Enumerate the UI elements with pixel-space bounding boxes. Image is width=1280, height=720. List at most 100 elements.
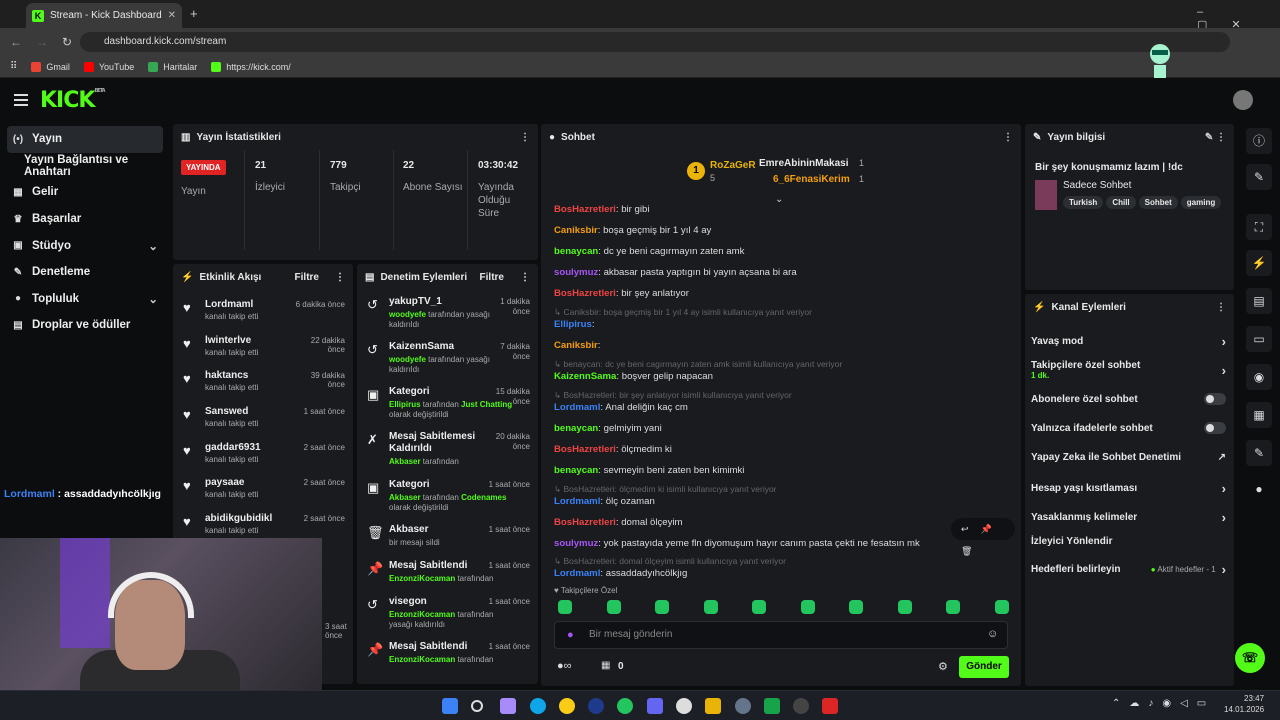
channel-action-item[interactable]: Yavaş mod › — [1031, 334, 1226, 349]
chat-input[interactable]: Bir mesaj gönderin — [554, 621, 1008, 649]
app-icon[interactable] — [793, 698, 809, 714]
channel-action-item[interactable]: Hesap yaşı kısıtlaması › — [1031, 481, 1226, 496]
bookmark-youtube[interactable]: YouTube — [83, 61, 134, 72]
document-icon[interactable]: ▤ — [1246, 288, 1272, 314]
apps-grid-icon[interactable]: ⠿ — [10, 61, 17, 72]
sidebar-item-studio[interactable]: ▣ Stüdyo ⌄ — [0, 232, 170, 259]
more-options-icon[interactable]: ⋮ — [335, 272, 345, 283]
search-icon[interactable] — [471, 700, 483, 712]
tag[interactable]: gaming — [1180, 196, 1222, 209]
sidebar-item-drops[interactable]: ▤ Droplar ve ödüller — [0, 312, 170, 339]
chat-icon[interactable]: ▭ — [1246, 326, 1272, 352]
emote-icon[interactable] — [558, 600, 572, 614]
activity-item[interactable]: ♥ Lordmaml kanalı takip etti 6 dakika önce — [173, 296, 353, 332]
filter-button[interactable]: Filtre — [295, 272, 319, 283]
store-icon[interactable]: ▦ — [601, 660, 610, 671]
channel-action-item[interactable]: Yasaklanmış kelimeler › — [1031, 510, 1226, 525]
emote-icon[interactable] — [946, 600, 960, 614]
fullscreen-icon[interactable]: ⛶ — [1246, 214, 1272, 240]
emote-icon[interactable] — [994, 600, 1009, 614]
new-tab-icon[interactable]: + — [190, 6, 198, 21]
stack-icon[interactable]: ▦ — [1246, 402, 1272, 428]
recorder-icon[interactable] — [822, 698, 838, 714]
settings-icon[interactable] — [735, 698, 751, 714]
bookmark-maps[interactable]: Haritalar — [148, 61, 197, 72]
sidebar-item-revenue[interactable]: ▦ Gelir — [0, 179, 170, 206]
emote-icon[interactable] — [655, 600, 669, 614]
audit-item[interactable]: ▣ Kategori Ellipirus tarafından Just Chatt… — [357, 386, 538, 431]
mic-icon[interactable]: ● — [567, 629, 574, 641]
chrome-icon[interactable] — [559, 698, 575, 714]
emote-icon[interactable] — [606, 600, 621, 614]
audit-item[interactable]: ↺ yakupTV_1 woodyefe tarafından yasağı kal… — [357, 296, 538, 341]
activity-item[interactable]: ♥ haktancs kanalı takip etti 39 dakika önce — [173, 367, 353, 403]
audit-item[interactable]: ✗ Mesaj Sabitlemesi Kaldırıldı Akbaser tar… — [357, 431, 538, 479]
toggle-switch[interactable] — [1204, 393, 1226, 405]
info-icon[interactable]: ⓘ — [1246, 128, 1272, 154]
chevron-down-icon[interactable]: ⌄ — [775, 194, 783, 205]
sidebar-item-achievements[interactable]: ♛ Başarılar — [0, 206, 170, 233]
forward-icon[interactable]: → — [36, 35, 48, 49]
sidebar-item-moderation[interactable]: ✎ Denetleme — [0, 259, 170, 286]
audit-item[interactable]: 📌 Mesaj Sabitlendi EnzonziKocaman tarafınd… — [357, 560, 538, 596]
edit-icon[interactable]: ✎ ⋮ — [1205, 132, 1226, 143]
points-icon[interactable]: ●∞ — [557, 660, 572, 672]
activity-item[interactable]: ♥ gaddar6931 kanalı takip etti 2 saat önce — [173, 439, 353, 475]
emote-icon[interactable] — [897, 600, 912, 614]
tag[interactable]: Turkish — [1063, 196, 1104, 209]
activity-item[interactable]: ♥ paysaae kanalı takip etti 2 saat önce — [173, 474, 353, 510]
channel-action-item[interactable]: Hedefleri belirleyin ● Aktif hedefler - 1… — [1031, 562, 1226, 577]
audit-item[interactable]: ▣ Kategori Akbaser tarafından Codenames ol… — [357, 479, 538, 524]
broadcast-icon[interactable]: ◉ — [1246, 364, 1272, 390]
audit-item[interactable]: 🗑 Akbaser bir mesajı sildi 1 saat önce — [357, 524, 538, 560]
message-actions[interactable]: ↩📌🗑 — [951, 518, 1015, 556]
app-icon[interactable] — [676, 698, 692, 714]
toggle-switch[interactable] — [1204, 422, 1226, 434]
channel-action-item[interactable]: Abonelere özel sohbet — [1031, 393, 1226, 405]
channel-action-item[interactable]: İzleyici Yönlendir — [1031, 536, 1226, 547]
system-tray-icons[interactable]: ⌃☁♪◉◁▭ — [1112, 698, 1215, 709]
category-name[interactable]: Sadece Sohbet — [1063, 180, 1131, 191]
reload-icon[interactable]: ↻ — [62, 35, 72, 49]
activity-item[interactable]: ♥ lwinterlve kanalı takip etti 22 dakika ön… — [173, 332, 353, 368]
tag[interactable]: Chill — [1106, 196, 1136, 209]
bookmark-gmail[interactable]: Gmail — [31, 61, 70, 72]
edge-icon[interactable] — [530, 698, 546, 714]
close-tab-icon[interactable]: ✕ — [168, 10, 176, 21]
more-options-icon[interactable]: ⋮ — [1216, 302, 1226, 313]
channel-action-item[interactable]: Yalnızca ifadelerle sohbet — [1031, 422, 1226, 434]
wrench-icon[interactable]: ✎ — [1246, 440, 1272, 466]
browser-tab[interactable]: K Stream - Kick Dashboard ✕ — [26, 3, 182, 28]
sidebar-item-stream[interactable]: (•) Yayın — [7, 126, 163, 153]
filter-button[interactable]: Filtre — [480, 272, 504, 283]
url-field[interactable]: dashboard.kick.com/stream — [80, 32, 1230, 52]
emote-icon[interactable] — [703, 600, 718, 614]
pen-icon[interactable]: ✎ — [1246, 164, 1272, 190]
emote-icon[interactable] — [752, 600, 766, 614]
xbox-icon[interactable] — [764, 698, 780, 714]
support-button[interactable]: ☏ — [1235, 643, 1265, 673]
back-icon[interactable]: ← — [10, 35, 22, 49]
audit-item[interactable]: ↺ visegon EnzonziKocaman tarafından yasağı… — [357, 596, 538, 641]
spotify-icon[interactable] — [617, 698, 633, 714]
avatar[interactable] — [1233, 90, 1253, 110]
bolt-icon[interactable]: ⚡ — [1246, 250, 1272, 276]
more-options-icon[interactable]: ⋮ — [1003, 132, 1013, 143]
discord-icon[interactable] — [647, 698, 663, 714]
emoji-icon[interactable]: ☺ — [987, 628, 998, 640]
channel-action-item[interactable]: Yapay Zeka ile Sohbet Denetimi ↗ — [1031, 452, 1226, 463]
more-options-icon[interactable]: ⋮ — [520, 132, 530, 143]
channel-action-item[interactable]: Takipçilere özel sohbet 1 dk. › — [1031, 360, 1226, 380]
sidebar-item-community[interactable]: ● Topluluk ⌄ — [0, 286, 170, 313]
gear-icon[interactable]: ⚙ — [938, 660, 948, 673]
copilot-icon[interactable] — [500, 698, 516, 714]
emote-icon[interactable] — [849, 600, 863, 614]
hamburger-menu-icon[interactable] — [14, 94, 28, 106]
audit-item[interactable]: ↺ KaizennSama woodyefe tarafından yasağı k… — [357, 341, 538, 386]
send-button[interactable]: Gönder — [959, 656, 1009, 678]
tag[interactable]: Sohbet — [1138, 196, 1178, 209]
bookmark-kick[interactable]: https://kick.com/ — [211, 61, 291, 72]
sidebar-item-stream-key[interactable]: Yayın Bağlantısı ve Anahtarı — [0, 153, 170, 180]
folder-icon[interactable] — [705, 698, 721, 714]
more-options-icon[interactable]: ⋮ — [520, 272, 530, 283]
